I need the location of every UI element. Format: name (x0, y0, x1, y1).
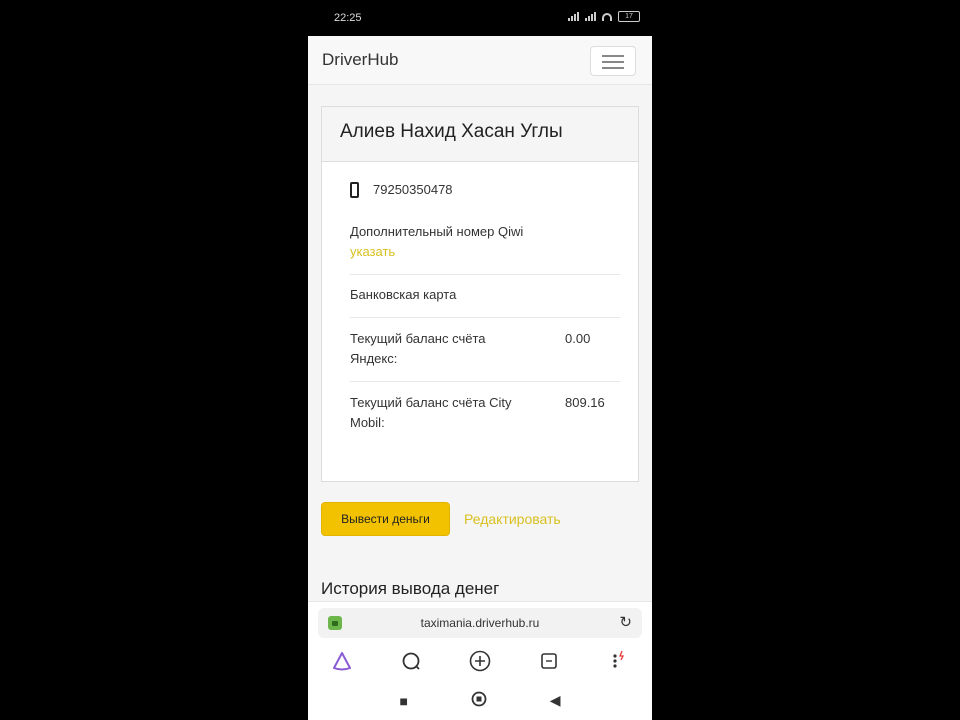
bank-card-label: Банковская карта (350, 287, 457, 302)
bank-card-row: Банковская карта (350, 275, 620, 318)
back-icon[interactable]: ◀ (550, 692, 561, 709)
home-icon[interactable] (471, 691, 487, 710)
withdrawal-history-title: История вывода денег (321, 579, 500, 598)
battery-icon: 17 (618, 11, 640, 22)
balance-yandex-label: Текущий баланс счёта Яндекс: (350, 331, 486, 366)
card-body: 79250350478 Дополнительный номер Qiwi ук… (322, 162, 638, 445)
browser-url-bar: taximania.driverhub.ru ↻ (308, 601, 652, 642)
status-bar: 22:25 17 (308, 0, 652, 36)
reload-icon[interactable]: ↻ (619, 613, 632, 631)
balance-citymobil-label: Текущий баланс счёта City Mobil: (350, 395, 512, 430)
tabs-counter-icon[interactable] (537, 649, 561, 673)
withdraw-money-button[interactable]: Вывести деньги (321, 502, 450, 536)
extra-number-label: Дополнительный номер Qiwi (350, 224, 524, 239)
system-nav-bar: ■ ◀ (308, 681, 652, 720)
recent-apps-icon[interactable]: ■ (399, 693, 407, 709)
more-menu-icon[interactable] (606, 649, 630, 673)
alice-assistant-icon[interactable] (330, 649, 354, 673)
wifi-icon (602, 12, 612, 21)
mobile-phone-icon (350, 181, 359, 198)
driver-name: Алиев Нахид Хасан Углы (340, 121, 563, 142)
phone-frame: 22:25 17 DriverHub Алиев Нахид Хасан Угл… (308, 0, 652, 720)
status-icons: 17 (568, 11, 640, 22)
balance-citymobil-value: 809.16 (565, 395, 605, 410)
driver-profile-card: Алиев Нахид Хасан Углы 79250350478 Допол… (321, 106, 639, 482)
browser-toolbar (308, 641, 652, 681)
url-field[interactable]: taximania.driverhub.ru ↻ (318, 608, 642, 638)
phone-number: 79250350478 (373, 182, 453, 197)
new-tab-plus-icon[interactable] (468, 649, 492, 673)
card-header: Алиев Нахид Хасан Углы (322, 107, 638, 162)
signal-icon-2 (585, 12, 596, 21)
extra-number-link[interactable]: указать (350, 242, 620, 262)
balance-yandex-value: 0.00 (565, 331, 591, 346)
menu-toggle-button[interactable] (590, 46, 636, 76)
balance-yandex-row: Текущий баланс счёта Яндекс: 0.00 (350, 318, 620, 382)
status-time: 22:25 (334, 12, 362, 24)
edit-profile-link[interactable]: Редактировать (464, 511, 561, 527)
phone-row: 79250350478 (350, 162, 620, 217)
balance-citymobil-row: Текущий баланс счёта City Mobil: 809.16 (350, 382, 620, 445)
url-text: taximania.driverhub.ru (420, 616, 540, 630)
hamburger-icon (602, 55, 624, 57)
profile-actions: Вывести деньги Редактировать (321, 502, 561, 536)
brand-link[interactable]: DriverHub (322, 50, 399, 70)
browser-viewport: DriverHub Алиев Нахид Хасан Углы 7925035… (308, 36, 652, 601)
extra-number-row: Дополнительный номер Qiwi указать (350, 217, 620, 275)
site-navbar: DriverHub (308, 36, 652, 85)
chat-bubble-icon[interactable] (399, 649, 423, 673)
signal-icon (568, 12, 579, 21)
